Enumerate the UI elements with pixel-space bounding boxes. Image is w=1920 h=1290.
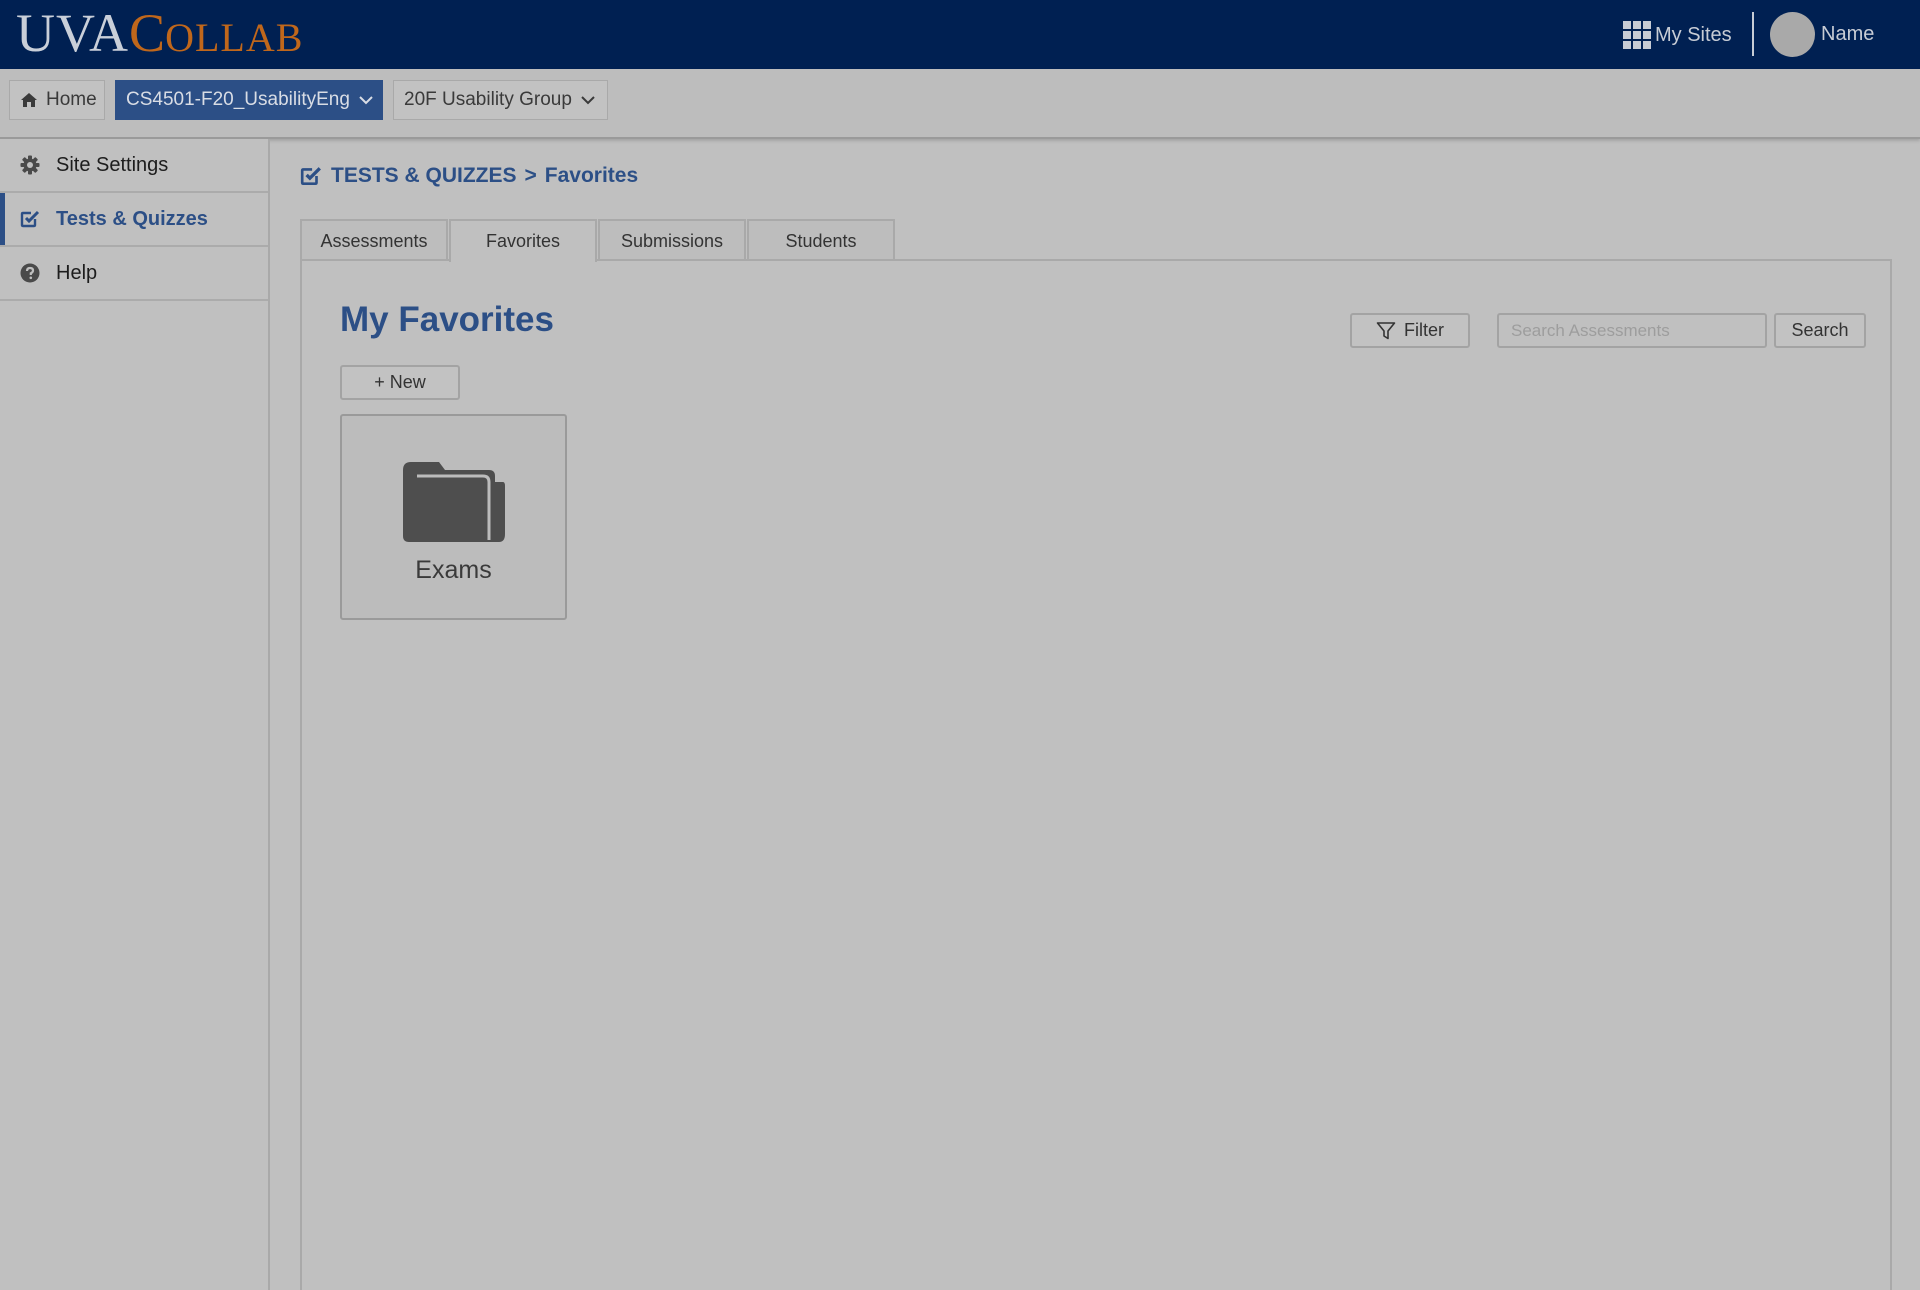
site-nav-bar: Home CS4501-F20_UsabilityEng 20F Usabili… xyxy=(0,69,1920,139)
search-button[interactable]: Search xyxy=(1774,313,1866,348)
filter-label: Filter xyxy=(1404,320,1444,340)
chevron-down-icon xyxy=(581,96,595,105)
tool-item-help[interactable]: Help xyxy=(0,247,268,301)
tool-menu: Site Settings Tests & Quizzes Help xyxy=(0,139,270,1290)
current-site-button[interactable]: CS4501-F20_UsabilityEng xyxy=(115,80,383,120)
tool-item-site-settings[interactable]: Site Settings xyxy=(0,139,268,193)
home-label: Home xyxy=(46,89,97,110)
tool-item-label: Tests & Quizzes xyxy=(56,207,208,230)
breadcrumb-separator: > xyxy=(524,164,537,187)
breadcrumb: TESTS & QUIZZES > Favorites xyxy=(299,162,638,190)
tool-item-tests-quizzes[interactable]: Tests & Quizzes xyxy=(0,193,268,247)
breadcrumb-section[interactable]: TESTS & QUIZZES xyxy=(331,164,517,188)
user-name: Name xyxy=(1821,23,1875,45)
top-header: UVACOLLAB My Sites Name xyxy=(0,0,1920,69)
checkbox-icon xyxy=(20,210,40,228)
tool-item-label: Site Settings xyxy=(56,153,169,176)
home-icon xyxy=(21,93,37,107)
my-sites-button[interactable]: My Sites xyxy=(1623,20,1732,50)
avatar xyxy=(1770,12,1815,57)
filter-button[interactable]: Filter xyxy=(1350,313,1470,348)
tab-favorites[interactable]: Favorites xyxy=(449,219,597,262)
tab-submissions[interactable]: Submissions xyxy=(598,219,746,261)
home-site-button[interactable]: Home xyxy=(9,80,105,120)
my-sites-label: My Sites xyxy=(1655,23,1732,46)
checkbox-icon xyxy=(300,167,321,186)
search-input[interactable] xyxy=(1497,313,1767,348)
question-circle-icon xyxy=(20,263,40,283)
logo-text-uva: UVA xyxy=(16,3,130,63)
folder-icon xyxy=(403,462,505,542)
header-divider xyxy=(1752,12,1754,56)
logo-text-ollab: OLLAB xyxy=(165,15,304,60)
group-site-button[interactable]: 20F Usability Group xyxy=(393,80,608,120)
favorites-panel: My Favorites + New Filter Search Exams xyxy=(300,259,1892,1290)
current-site-label: CS4501-F20_UsabilityEng xyxy=(126,89,350,110)
grid-icon xyxy=(1623,21,1651,49)
gear-icon xyxy=(20,155,40,175)
chevron-down-icon xyxy=(359,96,373,105)
uvacollab-logo[interactable]: UVACOLLAB xyxy=(16,6,304,60)
folder-card[interactable]: Exams xyxy=(340,414,567,620)
tab-bar: Assessments Favorites Submissions Studen… xyxy=(300,219,896,262)
breadcrumb-page: Favorites xyxy=(544,164,639,187)
tab-students[interactable]: Students xyxy=(747,219,895,261)
logo-text-c: C xyxy=(129,3,166,63)
new-button[interactable]: + New xyxy=(340,365,460,400)
tab-assessments[interactable]: Assessments xyxy=(300,219,448,261)
filter-icon xyxy=(1376,321,1396,339)
tool-item-label: Help xyxy=(56,261,98,284)
group-label: 20F Usability Group xyxy=(404,89,572,110)
user-menu[interactable]: Name xyxy=(1770,12,1874,57)
folder-name: Exams xyxy=(415,556,492,584)
page-title: My Favorites xyxy=(340,300,554,339)
